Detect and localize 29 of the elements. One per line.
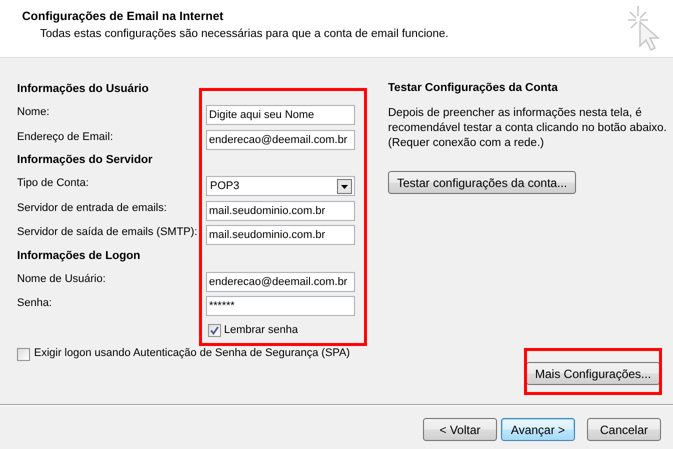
nav-button[interactable]: Cancelar	[587, 418, 661, 441]
more-settings-button[interactable]: Mais Configurações...	[526, 362, 660, 385]
field-label: Nome de Usuário:	[17, 272, 107, 285]
section-heading: Informações de Logon	[17, 248, 142, 264]
input-field[interactable]: Digite aqui seu Nome	[206, 105, 355, 126]
page-title: Configurações de Email na Internet	[22, 9, 224, 23]
cursor-click-icon	[626, 4, 662, 52]
checkbox-label: Exigir logon usando Autenticação de Senha de Segurança (SPA)	[34, 346, 350, 358]
field-label: Servidor de saída de emails (SMTP):	[17, 226, 198, 238]
section-heading: Testar Configurações da Conta	[388, 82, 559, 94]
field-label: Senha:	[17, 297, 53, 310]
field-label: Endereço de Email:	[17, 130, 114, 143]
input-field[interactable]: mail.seudominio.com.br	[206, 225, 355, 246]
input-field[interactable]: enderecao@deemail.com.br	[206, 130, 355, 150]
field-label: Nome:	[17, 106, 50, 118]
section-heading: Informações do Servidor	[17, 153, 154, 168]
input-field[interactable]: mail.seudominio.com.br	[206, 200, 355, 221]
field-label: Servidor de entrada de emails:	[17, 202, 168, 214]
checkbox-label: Lembrar senha	[224, 324, 298, 336]
account-type-dropdown[interactable]: POP3	[206, 176, 355, 196]
description-text: Depois de preencher as informações nesta tela, é recomendável testar a conta clicando no botão abaixo. (Requer conexão com a rede.)	[388, 106, 668, 151]
test-settings-button[interactable]: Testar configurações da conta...	[388, 171, 576, 194]
checkbox[interactable]	[208, 324, 221, 336]
checkbox[interactable]	[17, 348, 30, 360]
field-label: Tipo de Conta:	[17, 177, 90, 190]
password-field[interactable]: ******	[206, 296, 355, 316]
input-field[interactable]: enderecao@deemail.com.br	[206, 272, 355, 292]
page-subtitle: Todas estas configurações são necessárias para que a conta de email funcione.	[40, 28, 449, 40]
section-heading: Informações do Usuário	[17, 82, 150, 97]
